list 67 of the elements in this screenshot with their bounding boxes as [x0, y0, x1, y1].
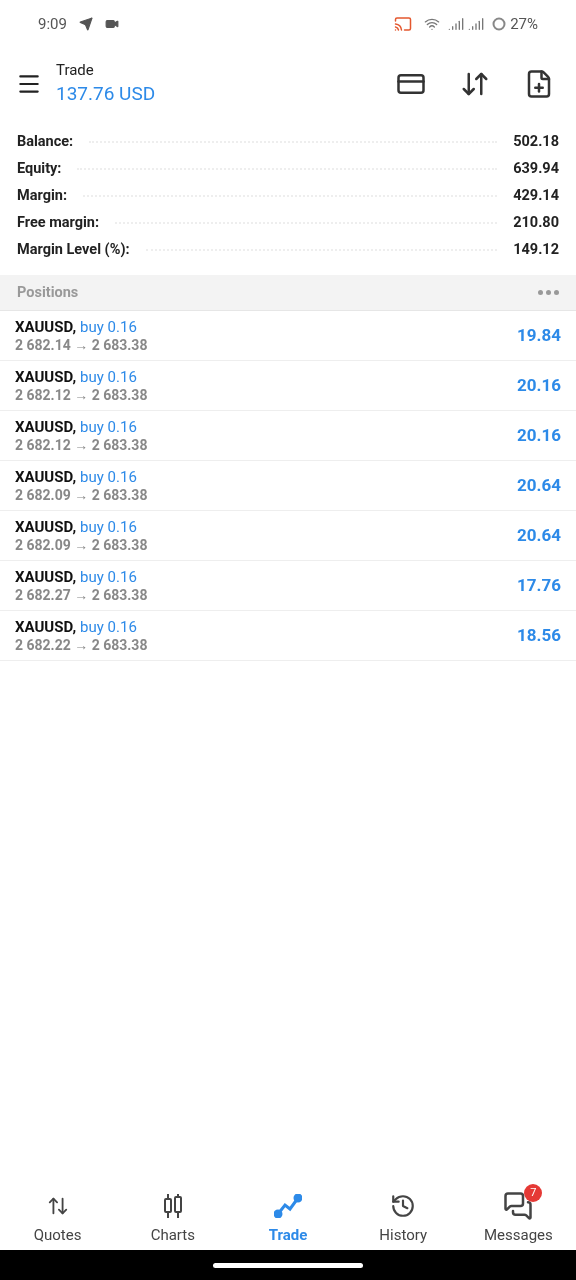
- position-row[interactable]: XAUUSD, buy 0.16 2 682.12 → 2 683.38 20.16: [0, 361, 576, 411]
- summary-value: 639.94: [513, 158, 559, 179]
- trade-side: buy 0.16: [80, 367, 137, 386]
- price-range: 2 682.09 → 2 683.38: [15, 485, 148, 504]
- profit: 17.76: [517, 573, 561, 597]
- price-range: 2 682.27 → 2 683.38: [15, 585, 148, 604]
- signal-icon: [468, 16, 485, 32]
- symbol: XAUUSD,: [15, 517, 77, 536]
- position-row[interactable]: XAUUSD, buy 0.16 2 682.22 → 2 683.38 18.56: [0, 611, 576, 661]
- symbol: XAUUSD,: [15, 417, 77, 436]
- profit: 20.64: [517, 473, 561, 497]
- profit: 19.84: [517, 323, 561, 347]
- status-time: 9:09: [38, 13, 67, 35]
- home-indicator[interactable]: [213, 1262, 363, 1268]
- nav-tab[interactable]: Trade: [230, 1181, 346, 1249]
- profit: 18.56: [517, 623, 561, 647]
- section-title: Positions: [17, 282, 79, 303]
- symbol: XAUUSD,: [15, 567, 77, 586]
- summary-label: Free margin:: [17, 212, 100, 233]
- summary-label: Equity:: [17, 158, 62, 179]
- trade-side: buy 0.16: [80, 517, 137, 536]
- summary-label: Margin Level (%):: [17, 239, 130, 260]
- battery-icon: [492, 17, 507, 31]
- price-range: 2 682.12 → 2 683.38: [15, 385, 148, 404]
- symbol: XAUUSD,: [15, 467, 77, 486]
- summary-value: 149.12: [513, 239, 559, 260]
- symbol: XAUUSD,: [15, 617, 77, 636]
- trade-side: buy 0.16: [80, 317, 137, 336]
- account-amount: 137.76 USD: [56, 81, 156, 107]
- summary-label: Balance:: [17, 131, 74, 152]
- trade-side: buy 0.16: [80, 417, 137, 436]
- position-row[interactable]: XAUUSD, buy 0.16 2 682.09 → 2 683.38 20.64: [0, 461, 576, 511]
- profit: 20.16: [517, 423, 561, 447]
- profit: 20.16: [517, 373, 561, 397]
- battery-percent: 27%: [510, 13, 538, 35]
- camera-icon: [104, 17, 119, 31]
- position-row[interactable]: XAUUSD, buy 0.16 2 682.09 → 2 683.38 20.64: [0, 511, 576, 561]
- summary-value: 502.18: [513, 131, 559, 152]
- price-range: 2 682.22 → 2 683.38: [15, 635, 148, 654]
- history-icon: [390, 1192, 417, 1219]
- more-button[interactable]: [538, 290, 559, 295]
- signal-icon: [448, 16, 465, 32]
- summary-value: 429.14: [513, 185, 559, 206]
- messages-icon: [503, 1190, 534, 1221]
- profit: 20.64: [517, 523, 561, 547]
- page-title: Trade: [56, 60, 95, 80]
- nav-tab[interactable]: Quotes: [0, 1181, 116, 1249]
- symbol: XAUUSD,: [15, 317, 77, 336]
- nav-tab[interactable]: History: [345, 1181, 461, 1249]
- position-row[interactable]: XAUUSD, buy 0.16 2 682.12 → 2 683.38 20.16: [0, 411, 576, 461]
- position-row[interactable]: XAUUSD, buy 0.16 2 682.14 → 2 683.38 19.84: [0, 311, 576, 361]
- cast-icon: [394, 15, 413, 33]
- price-range: 2 682.09 → 2 683.38: [15, 535, 148, 554]
- price-range: 2 682.14 → 2 683.38: [15, 335, 148, 354]
- trade-side: buy 0.16: [80, 617, 137, 636]
- summary-label: Margin:: [17, 185, 67, 206]
- trade-side: buy 0.16: [80, 567, 137, 586]
- price-range: 2 682.12 → 2 683.38: [15, 435, 148, 454]
- wifi-icon: [424, 16, 441, 32]
- nav-tab[interactable]: Charts: [115, 1181, 231, 1249]
- trade-side: buy 0.16: [80, 467, 137, 486]
- summary-value: 210.80: [513, 212, 559, 233]
- nav-tab[interactable]: 7 Messages: [460, 1181, 576, 1249]
- position-row[interactable]: XAUUSD, buy 0.16 2 682.27 → 2 683.38 17.76: [0, 561, 576, 611]
- line-chart-icon: [274, 1193, 302, 1218]
- unread-badge: 7: [524, 1183, 543, 1202]
- symbol: XAUUSD,: [15, 367, 77, 386]
